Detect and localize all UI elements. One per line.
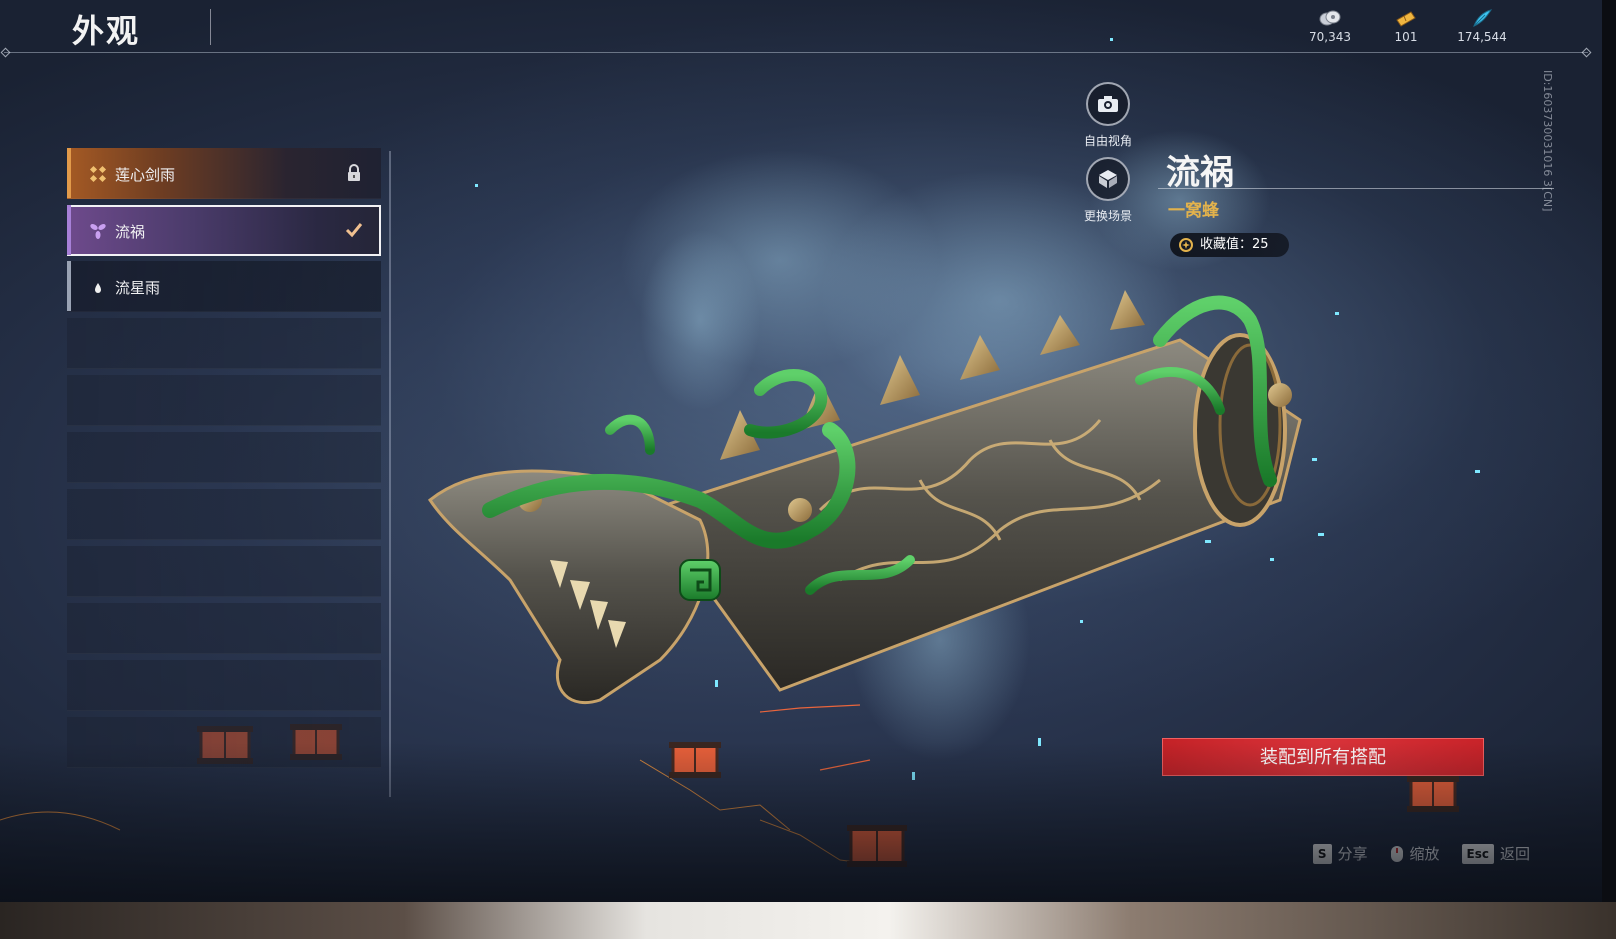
name-divider: [1158, 188, 1554, 189]
currency-coins: 70,343: [1300, 8, 1360, 44]
window-edge: [1602, 0, 1616, 902]
lock-icon: [348, 164, 360, 181]
skin-list: 莲心剑雨 流祸 流星雨: [67, 148, 391, 797]
page-title: 外观: [72, 12, 141, 50]
top-bar: 外观 70,343 101 174,544: [0, 0, 1602, 54]
item-id: ID:1603730031016 3[CN]: [1541, 70, 1554, 212]
empty-slot: [67, 489, 381, 540]
back-label: 返回: [1499, 845, 1530, 863]
back-hint[interactable]: Esc 返回: [1461, 843, 1530, 864]
free-view-label: 自由视角: [1083, 134, 1132, 148]
item-accent-bar: [67, 148, 71, 198]
coin-stack-icon: [1319, 10, 1341, 26]
currency-feathers-value: 174,544: [1457, 30, 1507, 44]
key-hints: S 分享 缩放 Esc 返回: [1312, 843, 1530, 864]
collection-icon: [1179, 238, 1193, 252]
empty-slot: [67, 717, 381, 768]
equip-all-button[interactable]: 装配到所有搭配: [1162, 738, 1484, 776]
free-view-button[interactable]: 自由视角: [1073, 82, 1143, 149]
skin-item-label: 流祸: [115, 223, 146, 241]
zoom-label: 缩放: [1409, 845, 1440, 863]
item-accent-bar: [67, 261, 71, 311]
title-divider: [210, 9, 211, 45]
camera-icon: [1086, 82, 1130, 126]
scene-cube-icon: [1086, 157, 1130, 201]
zoom-hint[interactable]: 缩放: [1390, 843, 1440, 864]
share-key: S: [1312, 843, 1332, 864]
skin-item[interactable]: 流星雨: [67, 261, 381, 312]
item-name: 流祸: [1166, 153, 1234, 193]
background-strip: [0, 902, 1616, 939]
currency-bar: 70,343 101 174,544: [1300, 8, 1512, 44]
blue-feather-icon: [1473, 9, 1493, 27]
check-icon: [345, 223, 363, 238]
collection-value-text: 收藏值：25: [1200, 237, 1269, 252]
lotus-cross-icon: [89, 165, 107, 183]
empty-slot: [67, 660, 381, 711]
item-accent-bar: [67, 205, 71, 255]
share-label: 分享: [1337, 845, 1368, 863]
white-drop-icon: [95, 283, 101, 293]
skin-item-label: 莲心剑雨: [115, 166, 176, 184]
purple-flower-icon: [90, 224, 106, 239]
lantern-decoration: [669, 742, 721, 778]
empty-slot: [67, 375, 381, 426]
lantern-decoration: [847, 825, 907, 867]
empty-slot: [67, 603, 381, 654]
game-viewport: 外观 70,343 101 174,544 莲心剑雨 流祸 流星雨 自由视角 更…: [0, 0, 1602, 902]
currency-coins-value: 70,343: [1309, 30, 1351, 44]
esc-key: Esc: [1461, 843, 1494, 864]
lantern-decoration: [1407, 776, 1459, 812]
empty-slot: [67, 318, 381, 369]
skin-item-selected[interactable]: 流祸: [67, 205, 381, 256]
currency-tickets-value: 101: [1394, 30, 1418, 44]
skin-item-locked[interactable]: 莲心剑雨: [67, 148, 381, 199]
gold-ticket-icon: [1396, 11, 1416, 27]
currency-feathers: 174,544: [1452, 8, 1512, 44]
weapon-type: 一窝蜂: [1168, 201, 1219, 221]
empty-slot: [67, 546, 381, 597]
change-scene-label: 更换场景: [1083, 209, 1132, 223]
empty-slot: [67, 432, 381, 483]
weapon-model[interactable]: [400, 260, 1330, 740]
collection-value-badge: 收藏值：25: [1170, 233, 1289, 257]
change-scene-button[interactable]: 更换场景: [1073, 157, 1143, 224]
currency-tickets: 101: [1376, 8, 1436, 44]
skin-item-label: 流星雨: [115, 279, 161, 297]
share-hint[interactable]: S 分享: [1312, 843, 1368, 864]
mouse-scroll-icon: [1390, 845, 1403, 862]
top-divider: [4, 52, 1588, 53]
list-scrollbar[interactable]: [389, 151, 391, 797]
